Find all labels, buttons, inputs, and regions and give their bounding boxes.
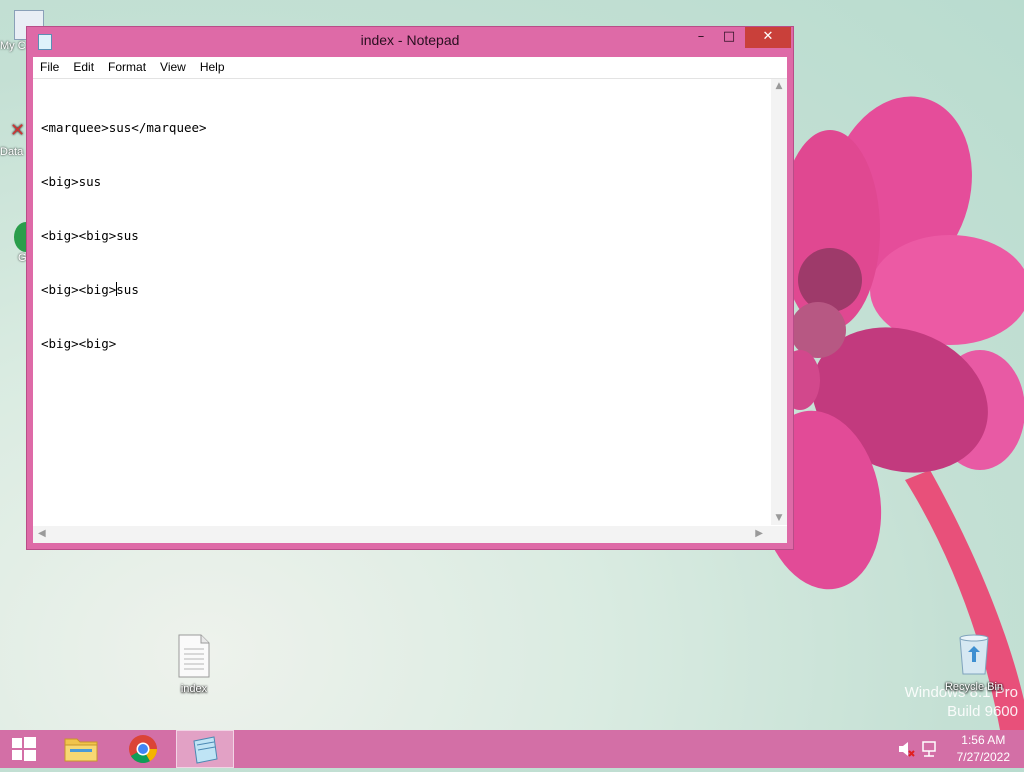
scroll-down-arrow-icon[interactable]: ▼ bbox=[771, 513, 787, 523]
maximize-button[interactable]: □ bbox=[715, 27, 743, 48]
menu-format[interactable]: Format bbox=[101, 57, 153, 78]
menu-bar: File Edit Format View Help bbox=[33, 57, 787, 79]
desktop-icon-label: Recycle Bin bbox=[944, 681, 1004, 693]
desktop-icon-label: My C bbox=[0, 40, 26, 52]
minimize-button[interactable]: – bbox=[687, 27, 715, 48]
text-after-caret: sus bbox=[116, 282, 139, 297]
text-before-caret: <big><big> bbox=[41, 282, 117, 297]
desktop-icon-label: index bbox=[180, 683, 208, 695]
notepad-client-area: File Edit Format View Help <marquee>sus<… bbox=[33, 57, 787, 543]
text-line: <big><big> bbox=[41, 336, 117, 351]
windows-logo-icon bbox=[12, 737, 36, 761]
folder-icon bbox=[64, 738, 98, 762]
watermark-build: Build 9600 bbox=[947, 703, 1018, 720]
desktop-icon-label: Data bbox=[0, 146, 24, 158]
title-bar[interactable]: index - Notepad – □ ✕ bbox=[27, 27, 793, 57]
recycle-bin-icon bbox=[959, 634, 989, 675]
taskbar-google-chrome[interactable] bbox=[114, 730, 172, 768]
clock-date: 7/27/2022 bbox=[956, 750, 1010, 764]
text-file-icon bbox=[178, 634, 210, 678]
text-line-with-caret: <big><big>sus bbox=[41, 281, 771, 299]
desktop-icon-index[interactable]: index bbox=[158, 634, 230, 695]
vertical-scrollbar[interactable]: ▲ ▼ bbox=[771, 79, 787, 525]
text-line: <big>sus bbox=[41, 174, 102, 189]
window-title: index - Notepad bbox=[360, 32, 460, 48]
system-tray bbox=[894, 730, 944, 768]
scroll-right-arrow-icon[interactable]: ▶ bbox=[755, 528, 763, 539]
chrome-icon bbox=[129, 735, 157, 763]
horizontal-scrollbar[interactable]: ◀ ▶ bbox=[33, 526, 771, 543]
desktop-icon-recycle-bin[interactable]: Recycle Bin bbox=[938, 632, 1010, 693]
notepad-window[interactable]: index - Notepad – □ ✕ File Edit Format V… bbox=[26, 26, 794, 550]
clock-time: 1:56 AM bbox=[961, 733, 1006, 747]
menu-edit[interactable]: Edit bbox=[66, 57, 101, 78]
scroll-up-arrow-icon[interactable]: ▲ bbox=[771, 81, 787, 91]
close-button[interactable]: ✕ bbox=[745, 27, 791, 48]
scroll-left-arrow-icon[interactable]: ◀ bbox=[38, 528, 46, 539]
text-editor[interactable]: <marquee>sus</marquee> <big>sus <big><bi… bbox=[33, 79, 771, 525]
start-button[interactable] bbox=[0, 730, 48, 768]
size-grip[interactable] bbox=[771, 526, 787, 543]
taskbar-file-explorer[interactable] bbox=[52, 730, 110, 768]
text-line: <marquee>sus</marquee> bbox=[41, 120, 207, 135]
menu-file[interactable]: File bbox=[33, 57, 66, 78]
menu-help[interactable]: Help bbox=[193, 57, 232, 78]
taskbar: 1:56 AM 7/27/2022 bbox=[0, 730, 1024, 768]
network-icon[interactable] bbox=[920, 730, 940, 768]
clock[interactable]: 1:56 AM 7/27/2022 bbox=[957, 732, 1010, 766]
menu-view[interactable]: View bbox=[153, 57, 193, 78]
speaker-muted-icon[interactable] bbox=[896, 730, 916, 768]
text-line: <big><big>sus bbox=[41, 228, 139, 243]
taskbar-notepad[interactable] bbox=[176, 730, 234, 768]
notepad-icon bbox=[193, 736, 218, 764]
